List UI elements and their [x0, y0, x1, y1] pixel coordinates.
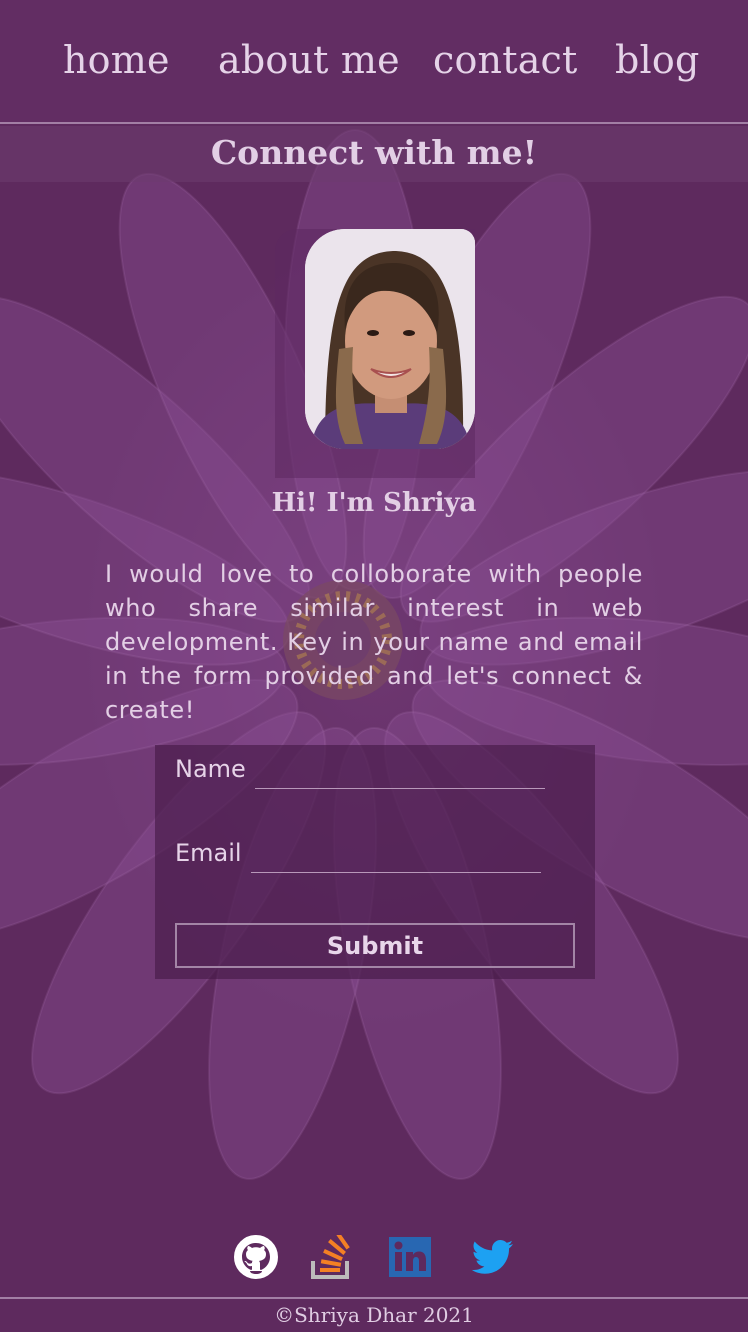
footer-copyright: ©Shriya Dhar 2021: [274, 1303, 474, 1327]
github-icon[interactable]: [234, 1235, 278, 1279]
email-input[interactable]: [251, 841, 541, 873]
greeting-heading: Hi! I'm Shriya: [271, 488, 477, 518]
nav-item-about-me[interactable]: about me: [218, 34, 400, 86]
page-title: Connect with me!: [0, 126, 748, 182]
twitter-icon[interactable]: [471, 1235, 515, 1279]
profile-photo: [305, 229, 475, 449]
nav-item-contact[interactable]: contact: [433, 34, 578, 86]
email-label: Email: [175, 839, 242, 867]
submit-button[interactable]: Submit: [175, 923, 575, 968]
footer-divider: [0, 1297, 748, 1299]
nav-item-home[interactable]: home: [63, 34, 170, 86]
nav-item-blog[interactable]: blog: [615, 34, 699, 86]
name-label: Name: [175, 755, 246, 783]
top-navigation: home about me contact blog: [0, 0, 748, 124]
linkedin-icon[interactable]: [389, 1235, 433, 1279]
profile-photo-illustration: [305, 229, 475, 449]
name-input[interactable]: [255, 757, 545, 789]
intro-paragraph: I would love to colloborate with people …: [105, 560, 643, 724]
stackoverflow-icon[interactable]: [310, 1232, 354, 1279]
